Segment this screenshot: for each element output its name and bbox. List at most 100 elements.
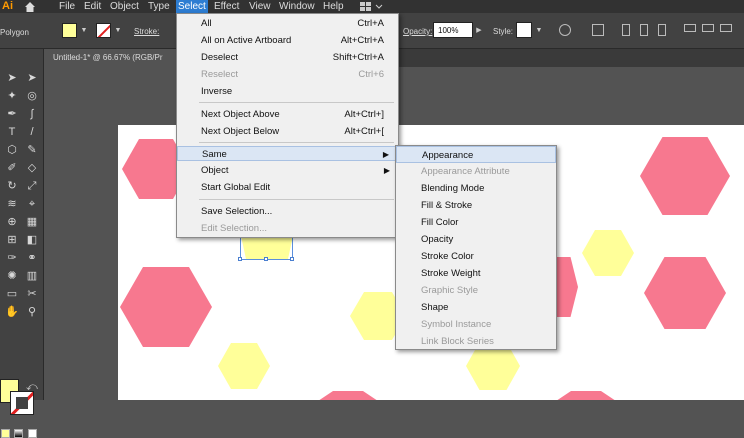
align-icon[interactable]: [592, 24, 604, 36]
slice-tool-icon[interactable]: ✂: [22, 285, 42, 303]
opacity-input[interactable]: 100%: [433, 22, 473, 38]
none-mode-swatch[interactable]: [28, 429, 37, 438]
align-center-icon[interactable]: [640, 24, 648, 36]
blend-tool-icon[interactable]: ⚭: [22, 249, 42, 267]
lasso-tool-icon[interactable]: ◎: [22, 87, 42, 105]
color-mode-swatch[interactable]: [1, 429, 10, 438]
hand-tool-icon[interactable]: ✋: [2, 303, 22, 321]
menu-view[interactable]: View: [247, 0, 273, 13]
shortcut-label: Alt+Ctrl+A: [340, 35, 384, 46]
submenu-item-appearance-attribute: Appearance Attribute: [421, 166, 510, 177]
type-tool-icon[interactable]: T: [2, 123, 22, 141]
perspective-grid-tool-icon[interactable]: ▦: [22, 213, 42, 231]
submenu-item-graphic-style: Graphic Style: [421, 285, 479, 296]
chevron-down-icon[interactable]: ▼: [534, 23, 544, 38]
menu-help[interactable]: Help: [321, 0, 346, 13]
opacity-label[interactable]: Opacity:: [403, 27, 432, 36]
menu-item-all-on-active-artboard[interactable]: All on Active Artboard Alt+Ctrl+A: [177, 33, 398, 48]
submenu-item-fill-and-stroke[interactable]: Fill & Stroke: [396, 197, 556, 214]
menu-effect[interactable]: Effect: [212, 0, 241, 13]
menu-edit[interactable]: Edit: [82, 0, 103, 13]
warp-tool-icon[interactable]: ≋: [2, 195, 22, 213]
menu-object[interactable]: Object: [108, 0, 141, 13]
gradient-mode-swatch[interactable]: [14, 429, 23, 438]
submenu-item-stroke-color[interactable]: Stroke Color: [396, 248, 556, 265]
menu-item-all[interactable]: All Ctrl+A: [177, 16, 398, 31]
yellow-hexagon[interactable]: [218, 343, 270, 389]
align-top-icon[interactable]: [684, 24, 696, 32]
submenu-item-symbol-instance: Symbol Instance: [421, 319, 492, 330]
menu-item-deselect[interactable]: Deselect Shift+Ctrl+A: [177, 50, 398, 65]
recolor-icon[interactable]: [559, 24, 571, 36]
menu-item-start-global-edit[interactable]: Start Global Edit: [177, 180, 398, 195]
align-bottom-icon[interactable]: [720, 24, 732, 32]
menu-select[interactable]: Select: [176, 0, 208, 13]
menu-item-label: Deselect: [201, 52, 238, 63]
menu-file[interactable]: File: [57, 0, 77, 13]
menu-item-next-object-below[interactable]: Next Object Below Alt+Ctrl+[: [177, 124, 398, 139]
submenu-item-stroke-weight[interactable]: Stroke Weight: [396, 265, 556, 282]
pink-hexagon[interactable]: [556, 391, 616, 400]
align-right-icon[interactable]: [658, 24, 666, 36]
selection-handle[interactable]: [264, 257, 268, 261]
shaper-tool-icon[interactable]: ✐: [2, 159, 22, 177]
free-transform-tool-icon[interactable]: ⌖: [22, 195, 42, 213]
rotate-tool-icon[interactable]: ↻: [2, 177, 22, 195]
direct-selection-tool-icon[interactable]: ➤: [22, 69, 42, 87]
selection-handle[interactable]: [290, 257, 294, 261]
shape-builder-tool-icon[interactable]: ⊕: [2, 213, 22, 231]
pink-hexagon[interactable]: [640, 137, 730, 215]
submenu-item-shape[interactable]: Shape: [396, 299, 556, 316]
submenu-item-blending-mode[interactable]: Blending Mode: [396, 180, 556, 197]
menu-separator: [199, 199, 394, 200]
polygon-tool-icon[interactable]: ⬡: [2, 141, 22, 159]
scale-tool-icon[interactable]: ⤢: [22, 177, 42, 195]
symbol-sprayer-tool-icon[interactable]: ✺: [2, 267, 22, 285]
home-icon[interactable]: [23, 0, 37, 13]
submenu-item-appearance[interactable]: Appearance: [396, 146, 556, 163]
zoom-tool-icon[interactable]: ⚲: [22, 303, 42, 321]
pen-tool-icon[interactable]: ✒: [2, 105, 22, 123]
paintbrush-tool-icon[interactable]: ✎: [22, 141, 42, 159]
pink-hexagon[interactable]: [318, 391, 378, 400]
stroke-label[interactable]: Stroke:: [134, 27, 159, 36]
pink-hexagon[interactable]: [644, 257, 726, 329]
submenu-item-fill-color[interactable]: Fill Color: [396, 214, 556, 231]
pink-hexagon[interactable]: [120, 267, 212, 347]
yellow-hexagon[interactable]: [582, 230, 634, 276]
stroke-box[interactable]: [10, 391, 34, 415]
menu-item-inverse[interactable]: Inverse: [177, 84, 398, 99]
align-middle-icon[interactable]: [702, 24, 714, 32]
workspace-switcher-icon[interactable]: [356, 0, 386, 13]
menu-item-object[interactable]: Object ▶: [177, 163, 398, 178]
eyedropper-tool-icon[interactable]: ✑: [2, 249, 22, 267]
submenu-item-link-block-series: Link Block Series: [421, 336, 494, 347]
line-tool-icon[interactable]: /: [22, 123, 42, 141]
artboard-tool-icon[interactable]: ▭: [2, 285, 22, 303]
chevron-down-icon[interactable]: ▼: [79, 23, 89, 38]
menu-window[interactable]: Window: [277, 0, 317, 13]
menu-item-next-object-above[interactable]: Next Object Above Alt+Ctrl+]: [177, 107, 398, 122]
menu-item-same[interactable]: Same ▶: [177, 146, 398, 161]
gradient-tool-icon[interactable]: ◧: [22, 231, 42, 249]
column-graph-tool-icon[interactable]: ▥: [22, 267, 42, 285]
menu-item-label: Start Global Edit: [201, 182, 271, 193]
menu-type[interactable]: Type: [146, 0, 172, 13]
magic-wand-tool-icon[interactable]: ✦: [2, 87, 22, 105]
align-left-icon[interactable]: [622, 24, 630, 36]
graphic-style-swatch[interactable]: [516, 22, 532, 38]
eraser-tool-icon[interactable]: ◇: [22, 159, 42, 177]
fill-color-swatch[interactable]: [62, 23, 77, 38]
submenu-item-opacity[interactable]: Opacity: [396, 231, 556, 248]
selection-handle[interactable]: [238, 257, 242, 261]
stroke-color-swatch[interactable]: [96, 23, 111, 38]
menu-item-save-selection[interactable]: Save Selection...: [177, 204, 398, 219]
curvature-tool-icon[interactable]: ∫: [22, 105, 42, 123]
chevron-right-icon[interactable]: ▶: [474, 23, 484, 38]
menu-separator: [199, 102, 394, 103]
chevron-down-icon[interactable]: ▼: [113, 23, 123, 38]
menu-item-label: Inverse: [201, 86, 233, 97]
mesh-tool-icon[interactable]: ⊞: [2, 231, 22, 249]
document-tab[interactable]: Untitled-1* @ 66.67% (RGB/Pr: [46, 49, 176, 67]
selection-tool-icon[interactable]: ➤: [2, 69, 22, 87]
